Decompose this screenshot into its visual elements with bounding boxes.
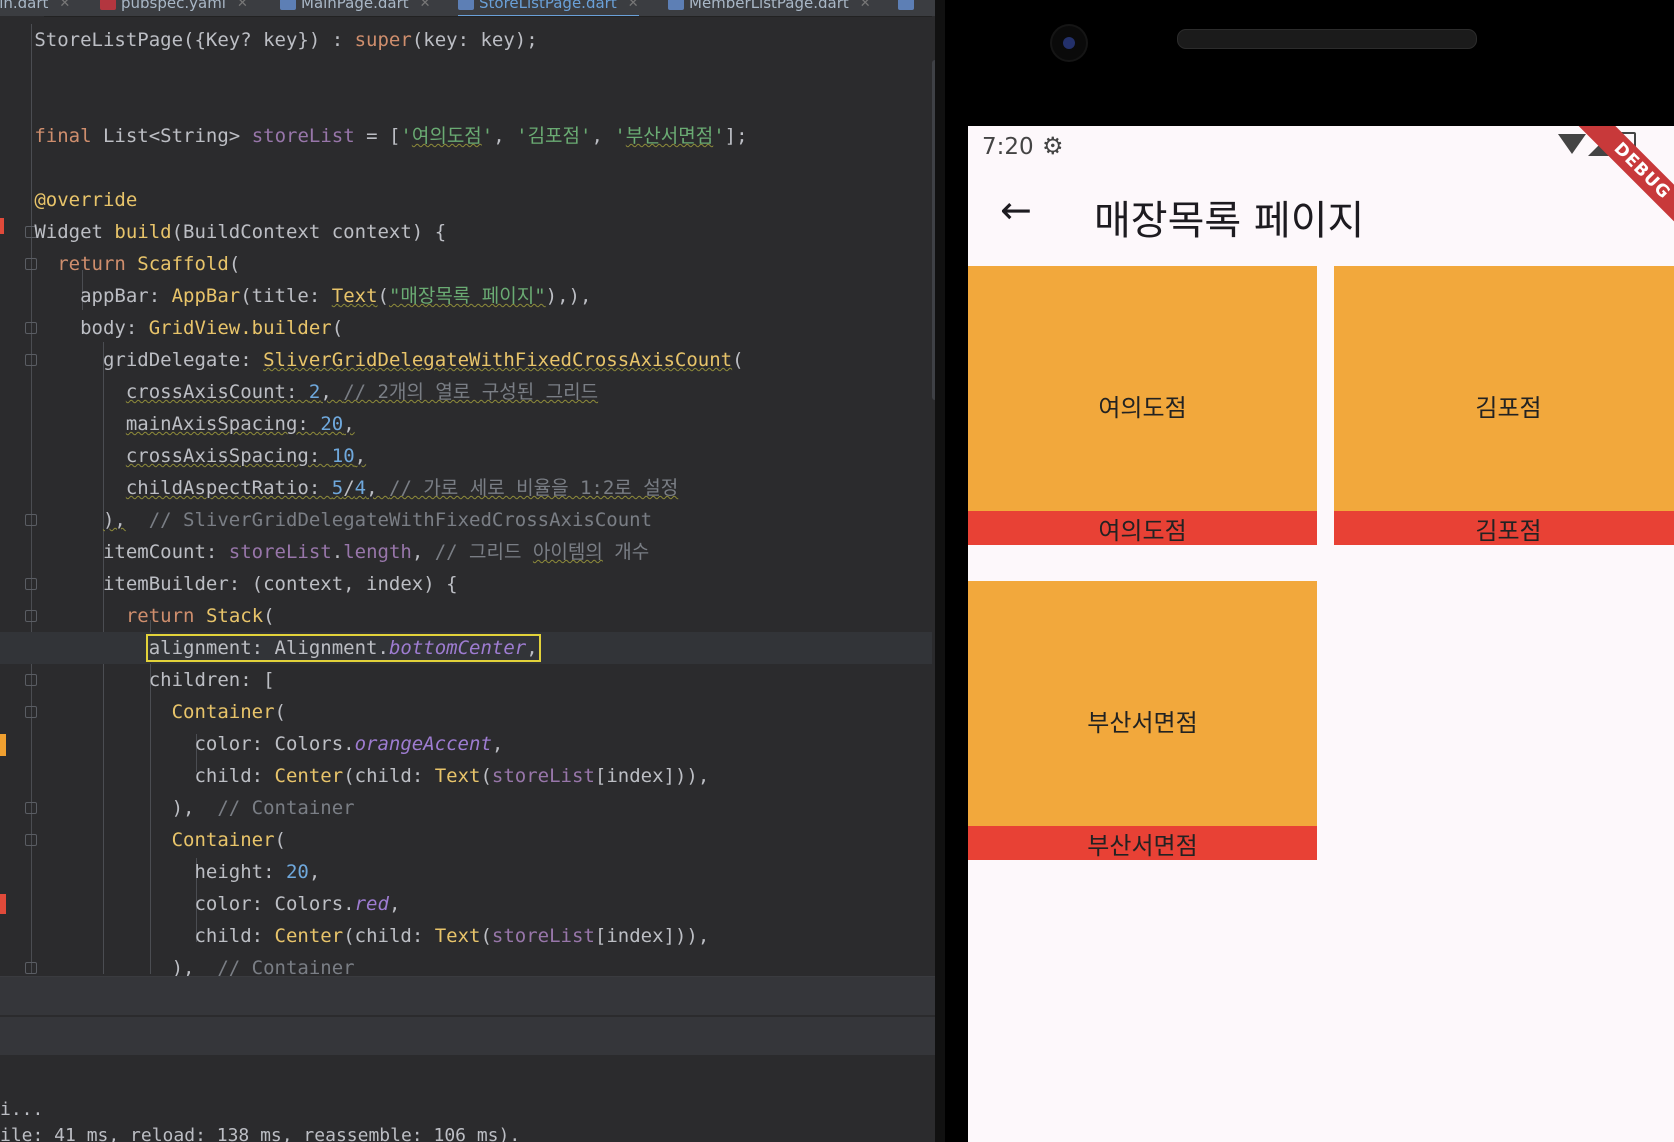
code-line: Widget build(BuildContext context) { (0, 221, 447, 243)
code-line-current: alignment: Alignment.bottomCenter, (0, 632, 935, 664)
code-line: children: [ (0, 669, 275, 691)
store-tile-label: 부산서면점 (1087, 709, 1198, 737)
code-line: StoreListPage({Key? key}) : super(key: k… (0, 29, 538, 51)
wifi-icon (1558, 134, 1586, 154)
tab-pubspec-yaml[interactable]: pubspec.yaml ✕ (100, 0, 248, 15)
code-line: crossAxisCount: 2, // 2개의 열로 구성된 그리드 (125, 381, 599, 403)
speaker-grille (1177, 29, 1477, 49)
code-line: return Scaffold( (57, 253, 241, 275)
phone-frame-edge (935, 0, 945, 1142)
code-line: body: GridView.builder( (0, 317, 344, 339)
store-tile[interactable]: 부산서면점 부산서면점 (968, 581, 1317, 860)
page-title: 매장목록 페이지 (1094, 198, 1365, 244)
run-console-panel: i... ile: 41 ms, reload: 138 ms, reassem… (0, 976, 935, 1142)
code-line: appBar: AppBar(title: Text("매장목록 페이지"),)… (0, 285, 592, 307)
code-line: itemBuilder: (context, index) { (0, 573, 458, 595)
code-line: color: Colors.red, (0, 893, 401, 915)
close-icon[interactable]: ✕ (420, 0, 431, 11)
code-line: Container( (171, 701, 286, 723)
code-line: gridDelegate: SliverGridDelegateWithFixe… (0, 349, 744, 371)
console-toolbar (0, 1017, 935, 1055)
code-line: return Stack( (125, 605, 275, 627)
tab-mainpage-dart[interactable]: MainPage.dart ✕ (280, 0, 431, 15)
code-line: height: 20, (0, 861, 321, 883)
dart-file-icon (280, 0, 296, 10)
store-tile-label: 여의도점 (1098, 394, 1187, 422)
dart-file-icon (668, 0, 684, 10)
app-bar: ← 매장목록 페이지 (968, 170, 1674, 266)
code-line: childAspectRatio: 5/4, // 가로 세로 비율을 1:2로… (125, 477, 679, 499)
status-bar: 7:20 ⚙ DEBUG (968, 126, 1674, 251)
dart-file-icon (458, 0, 474, 10)
status-time: 7:20 (982, 134, 1034, 160)
gear-icon: ⚙ (1042, 132, 1064, 160)
code-line: child: Center(child: Text(storeList[inde… (0, 765, 710, 787)
code-area[interactable]: StoreListPage({Key? key}) : super(key: k… (0, 16, 935, 979)
code-line: color: Colors.orangeAccent, (0, 733, 504, 755)
code-line: Container( (171, 829, 286, 851)
code-line: ), // Container (0, 797, 355, 819)
close-icon[interactable]: ✕ (628, 0, 639, 11)
editor-tab-bar: ain.dart✕ pubspec.yaml✕ MainPage.dart✕ S… (0, 0, 935, 17)
code-line: ), // SliverGridDelegateWithFixedCrossAx… (102, 509, 653, 531)
store-tile-bar: 김포점 (1334, 511, 1674, 545)
store-tile[interactable]: 여의도점 여의도점 (968, 266, 1317, 545)
store-tile-bar: 여의도점 (968, 511, 1317, 545)
code-line: @override (34, 189, 138, 211)
console-toolbar (0, 977, 935, 1015)
close-icon[interactable]: ✕ (237, 0, 248, 11)
store-tile[interactable]: 김포점 김포점 (1334, 266, 1674, 545)
console-line: i... (0, 1099, 44, 1120)
back-arrow-icon[interactable]: ← (1000, 188, 1032, 232)
code-line: itemCount: storeList.length, // 그리드 아이템의… (0, 541, 650, 563)
code-editor-pane: ain.dart✕ pubspec.yaml✕ MainPage.dart✕ S… (0, 0, 935, 1142)
tab-overflow[interactable] (898, 0, 914, 15)
tab-main-dart[interactable]: ain.dart✕ (0, 0, 70, 15)
camera-icon (1052, 26, 1086, 60)
console-line: ile: 41 ms, reload: 138 ms, reassemble: … (0, 1125, 521, 1142)
close-icon[interactable]: ✕ (59, 0, 70, 11)
tab-storelistpage-dart[interactable]: StoreListPage.dart ✕ (458, 0, 639, 16)
store-tile-bar: 부산서면점 (968, 826, 1317, 860)
code-line: crossAxisSpacing: 10, (125, 445, 367, 467)
code-line: final List<String> storeList = ['여의도점', … (34, 125, 748, 147)
dart-file-icon (898, 0, 914, 10)
store-tile-label: 김포점 (1475, 394, 1542, 422)
yaml-file-icon (100, 0, 116, 10)
tab-memberlistpage-dart[interactable]: MemberListPage.dart ✕ (668, 0, 871, 15)
code-line: mainAxisSpacing: 20, (125, 413, 355, 435)
code-line: child: Center(child: Text(storeList[inde… (0, 925, 710, 947)
close-icon[interactable]: ✕ (860, 0, 871, 11)
phone-screen: 7:20 ⚙ DEBUG ← 매장목록 페이지 여의도점 여의도점 김포점 김포… (968, 126, 1674, 1142)
